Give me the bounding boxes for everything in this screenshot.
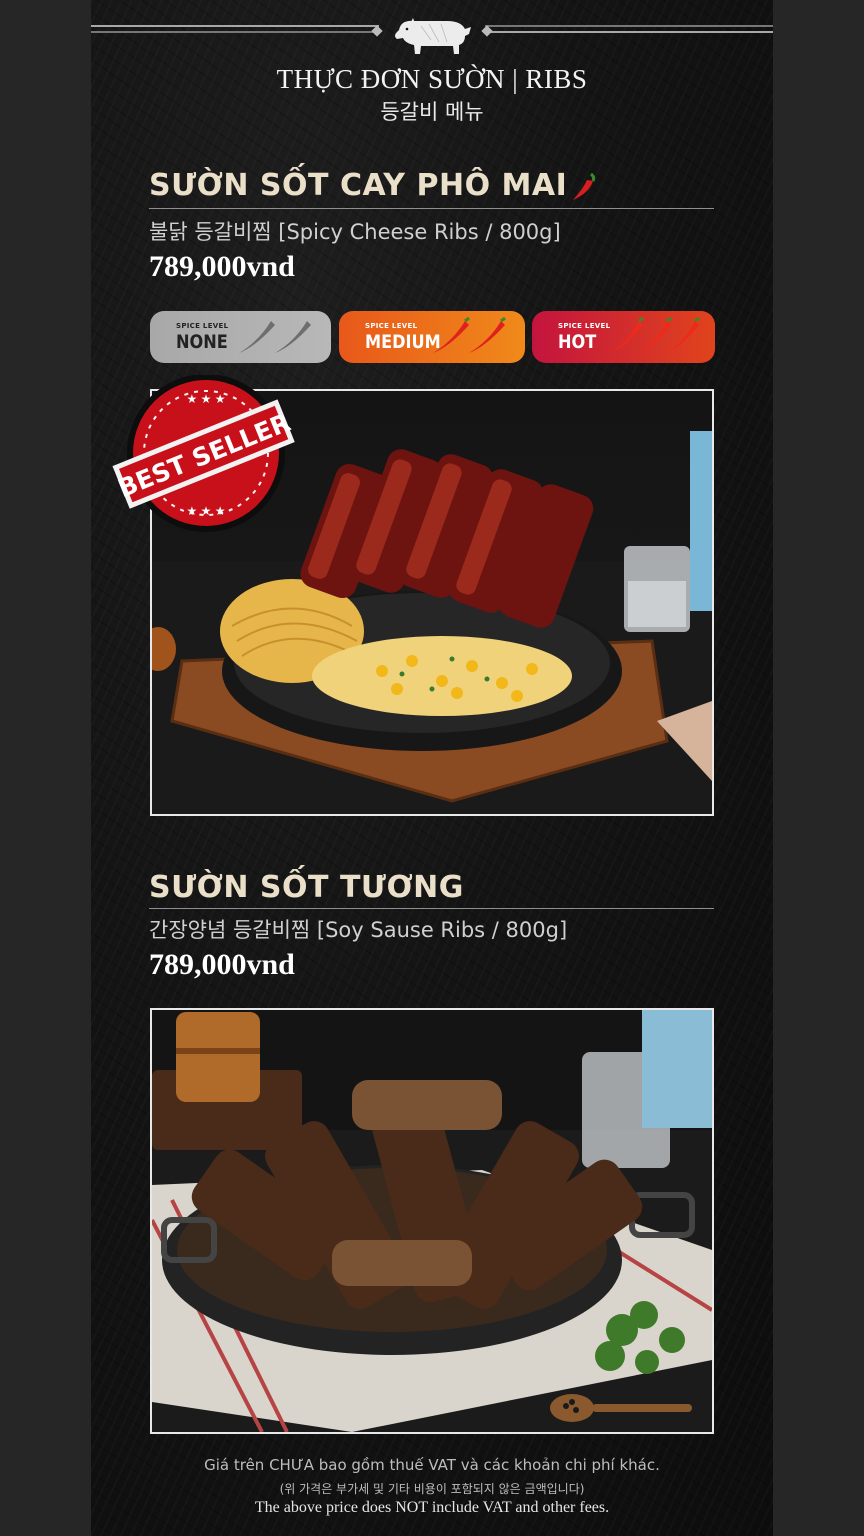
section-rule <box>149 908 714 909</box>
footer-note-kr: (위 가격은 부가세 및 기타 비용이 포함되지 않은 금액입니다) <box>279 1482 585 1496</box>
header-divider-right <box>481 25 773 39</box>
best-seller-badge: ★ ★ ★ ★ ★ ★ BEST SELLER <box>112 375 295 532</box>
spice-level-hot: SPICE LEVEL HOT <box>532 311 715 363</box>
svg-text:★ ★ ★: ★ ★ ★ <box>187 504 226 518</box>
item-price-spicy-cheese: 789,000vnd <box>149 250 295 283</box>
header-divider-left <box>91 25 383 39</box>
red-chili-icon <box>611 317 700 353</box>
item-subtitle-spicy-cheese: 불닭 등갈비찜 [Spicy Cheese Ribs / 800g] <box>149 220 561 244</box>
menu-title-korean: 등갈비 메뉴 <box>380 100 484 124</box>
gray-chili-icon <box>239 321 311 353</box>
menu-page: THỰC ĐƠN SƯỜN | RIBS 등갈비 메뉴 SƯỜN SỐT CAY… <box>91 0 773 1536</box>
soy-sauce-ribs-photo <box>150 1008 714 1434</box>
red-chili-icon <box>433 317 506 353</box>
section-rule <box>149 208 714 209</box>
menu-title: THỰC ĐƠN SƯỜN | RIBS <box>276 64 588 94</box>
svg-text:★ ★ ★: ★ ★ ★ <box>187 392 226 406</box>
item-subtitle-soy-sauce: 간장양념 등갈비찜 [Soy Sause Ribs / 800g] <box>149 918 568 942</box>
spice-level-none: SPICE LEVEL NONE <box>150 311 331 363</box>
item-title-spicy-cheese: SƯỜN SỐT CAY PHÔ MAI <box>149 168 599 203</box>
item-title-soy-sauce: SƯỜN SỐT TƯƠNG <box>149 870 464 905</box>
chili-icon <box>573 172 596 200</box>
footer-note-vn: Giá trên CHƯA bao gồm thuế VAT và các kh… <box>204 1456 660 1474</box>
item-price-soy-sauce: 789,000vnd <box>149 948 295 981</box>
spice-level-medium: SPICE LEVEL MEDIUM <box>339 311 525 363</box>
pig-icon <box>395 18 471 54</box>
footer-note-en: The above price does NOT include VAT and… <box>254 1499 610 1516</box>
